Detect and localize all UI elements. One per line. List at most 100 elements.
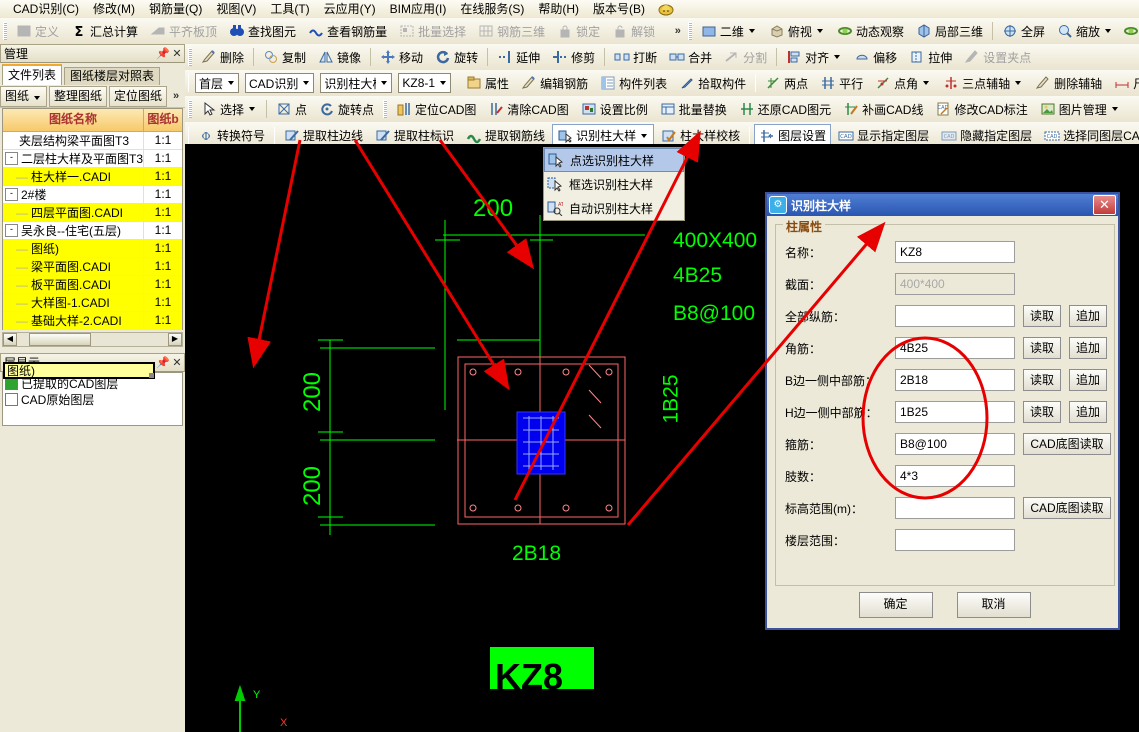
button-append-2[interactable]: 追加 [1069, 305, 1107, 327]
toolbar-grip[interactable] [383, 100, 388, 118]
chevron-down-icon[interactable] [228, 81, 235, 85]
toolbar-grip[interactable] [188, 100, 192, 118]
toolbar-view-rebar-qty[interactable]: 查看钢筋量 [303, 19, 392, 43]
field-b-side-mid-rebar-input[interactable]: 2B18 [895, 369, 1015, 391]
toolbar-split[interactable]: 分割 [719, 45, 772, 69]
toolbar-edit-cad-annotation[interactable]: CAD 修改CAD标注 [930, 97, 1032, 121]
drawing-row[interactable]: — 四层平面图.CADI 1:1 [3, 204, 182, 222]
toolbar-grip[interactable] [188, 48, 192, 66]
toolbar-2d-view[interactable]: 二维 [696, 19, 762, 43]
layer-original-cad[interactable]: CAD原始图层 [5, 391, 182, 407]
floor-select[interactable]: 首层 [195, 73, 240, 93]
toolbar-rebar-3d[interactable]: 钢筋三维 [473, 19, 550, 43]
menu-tools[interactable]: 工具(T) [263, 1, 316, 18]
toolbar-batch-replace[interactable]: 批量替换 [655, 97, 732, 121]
button-drawings[interactable]: 图纸 [0, 85, 48, 107]
menu-box-select-column-detail[interactable]: 框选识别柱大样 [544, 172, 684, 196]
button-read-5[interactable]: 读取 [1023, 401, 1061, 423]
toolbar-overflow-button[interactable]: » [671, 25, 685, 37]
drawing-row[interactable]: — 梁平面图.CADI 1:1 [3, 258, 182, 276]
toolbar-dynamic-observe[interactable]: 动态观察 [832, 19, 909, 43]
drawing-row[interactable]: - 吴永良--住宅(五层) 1:1 [3, 222, 182, 240]
toolbar-lock[interactable]: 锁定 [552, 19, 605, 43]
toolbar-align[interactable]: 对齐 [781, 45, 847, 69]
drawing-row[interactable]: — 图纸) 1:1 [3, 240, 182, 258]
drawing-row[interactable]: 夹层结构梁平面图T3 1:1 [3, 132, 182, 150]
menu-auto-recognize-column-detail[interactable]: AT 自动识别柱大样 [544, 196, 684, 220]
chevron-down-icon[interactable] [1105, 29, 1111, 33]
toolbar-parallel[interactable]: 平行 [815, 71, 868, 95]
button-locate-drawings[interactable]: 定位图纸 [109, 85, 168, 107]
toolbar-zoom[interactable]: 缩放 [1052, 19, 1118, 43]
menu-view[interactable]: 视图(V) [209, 1, 263, 18]
toolbar-top-view[interactable]: 俯视 [764, 19, 830, 43]
toolbar-properties[interactable]: 属性 [461, 71, 514, 95]
operation-select[interactable]: 识别柱大样 [320, 73, 393, 93]
button-append-4[interactable]: 追加 [1069, 369, 1107, 391]
toolbar-rotate-point[interactable]: 旋转点 [314, 97, 379, 121]
toolbar-flush-slab-top[interactable]: 平齐板顶 [145, 19, 222, 43]
chevron-down-icon[interactable] [834, 55, 841, 59]
toolbar-local-3d[interactable]: 局部三维 [911, 19, 988, 43]
toolbar-pick-component[interactable]: 拾取构件 [674, 71, 751, 95]
menu-bim-apps[interactable]: BIM应用(I) [383, 1, 454, 18]
drawing-row[interactable]: — 大样图-1.CADI 1:1 [3, 294, 182, 312]
drawing-row[interactable]: — 板平面图.CADI 1:1 [3, 276, 182, 294]
scroll-left-arrow[interactable]: ◀ [3, 333, 17, 346]
field-name-input[interactable]: KZ8 [895, 241, 1015, 263]
field-stirrup-input[interactable]: B8@100 [895, 433, 1015, 455]
menu-rebar-quantity[interactable]: 钢筋量(Q) [142, 1, 209, 18]
toolbar-rotate[interactable]: 旋转 [430, 45, 483, 69]
toolbar-grip[interactable] [188, 74, 189, 92]
tree-expander[interactable]: - [5, 224, 18, 237]
toolbar-grip[interactable] [3, 22, 7, 40]
field-section-input[interactable]: 400*400 [895, 273, 1015, 295]
toolbar-trim[interactable]: 修剪 [547, 45, 600, 69]
scroll-thumb[interactable] [29, 333, 91, 346]
toolbar-define[interactable]: 定义 [11, 19, 64, 43]
toolbar-two-point[interactable]: 两点 [760, 71, 813, 95]
toolbar-extend[interactable]: 延伸 [492, 45, 545, 69]
drawing-row[interactable]: - 二层柱大样及平面图T3 1:1 [3, 150, 182, 168]
toolbar-image-management[interactable]: 图片管理 [1035, 97, 1125, 121]
menu-cloud-apps[interactable]: 云应用(Y) [317, 1, 383, 18]
checkbox[interactable] [5, 392, 18, 406]
dialog-titlebar[interactable]: ⚙ 识别柱大样 ✕ [767, 194, 1118, 216]
toolbar-set-scale[interactable]: 设置比例 [576, 97, 653, 121]
drawing-row[interactable]: -2#楼 1:1 [3, 186, 182, 204]
toolbar-copy[interactable]: 复制 [258, 45, 311, 69]
field-h-side-mid-rebar-input[interactable]: 1B25 [895, 401, 1015, 423]
toolbar-merge[interactable]: 合并 [664, 45, 717, 69]
chevron-down-icon[interactable] [381, 81, 388, 85]
button-read-from-cad-6[interactable]: CAD底图读取 [1023, 433, 1111, 455]
toolbar-set-grip[interactable]: 设置夹点 [959, 45, 1036, 69]
dialog-close-button[interactable]: ✕ [1093, 195, 1116, 215]
menu-point-select-column-detail[interactable]: 点选识别柱大样 [544, 148, 684, 172]
toolbar-delete[interactable]: 删除 [196, 45, 249, 69]
toolbar-locate-cad-drawing[interactable]: 定位CAD图 [391, 97, 481, 121]
toolbar-batch-select[interactable]: 批量选择 [394, 19, 471, 43]
button-append-3[interactable]: 追加 [1069, 337, 1107, 359]
field-floor-range-input[interactable] [895, 529, 1015, 551]
menu-online-service[interactable]: 在线服务(S) [453, 1, 531, 18]
toolbar-fullscreen[interactable]: 全屏 [997, 19, 1050, 43]
toolbar-grip[interactable] [188, 126, 189, 145]
toolbar-dimension[interactable]: 尺寸 [1109, 71, 1139, 95]
toolbar-find-element[interactable]: 查找图元 [224, 19, 301, 43]
chevron-down-icon[interactable] [923, 81, 930, 85]
field-all-longitudinal-rebar-input[interactable] [895, 305, 1015, 327]
tree-expander[interactable]: - [5, 152, 18, 165]
tab-file-list[interactable]: 文件列表 [2, 64, 63, 85]
horizontal-scrollbar[interactable]: ◀ ▶ [2, 332, 183, 347]
button-read-4[interactable]: 读取 [1023, 369, 1061, 391]
settings-icon[interactable] [1123, 23, 1139, 39]
toolbar-grip[interactable] [755, 74, 757, 92]
ok-button[interactable]: 确定 [858, 592, 933, 618]
component-select[interactable]: KZ8-1 [398, 73, 452, 93]
subbar-overflow-button[interactable]: » [169, 90, 183, 102]
toolbar-restore-cad-element[interactable]: 还原CAD图元 [734, 97, 836, 121]
toolbar-move[interactable]: 移动 [375, 45, 428, 69]
button-append-5[interactable]: 追加 [1069, 401, 1107, 423]
drawing-name-edit-input[interactable]: 图纸) [3, 362, 155, 379]
chevron-down-icon[interactable] [440, 81, 447, 85]
